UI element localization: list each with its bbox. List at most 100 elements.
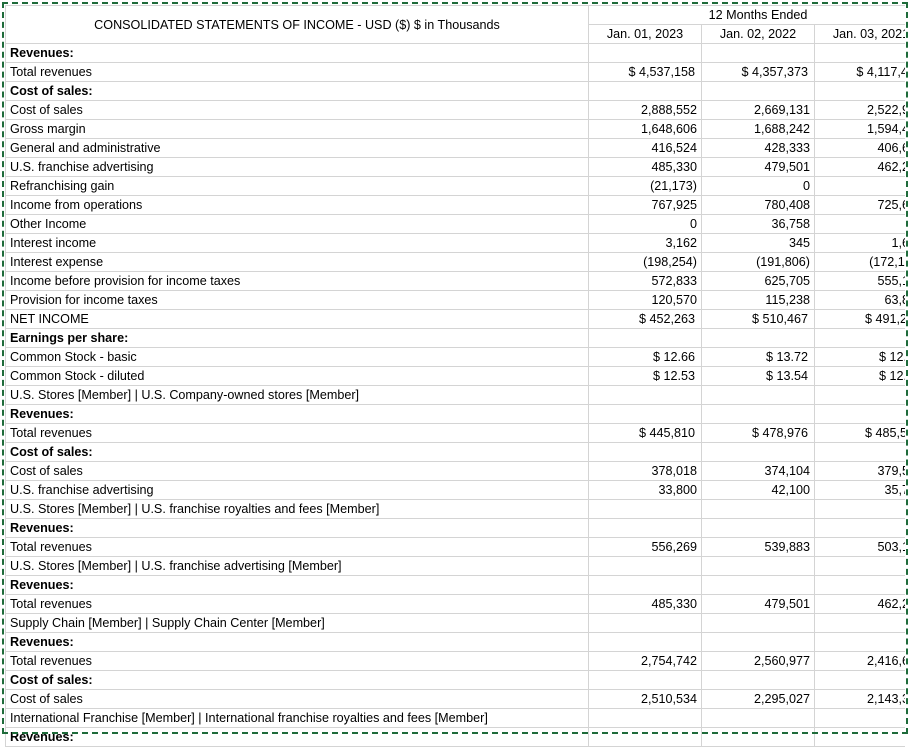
- row-value: 120,570: [589, 291, 702, 310]
- table-row: Revenues:: [6, 576, 906, 595]
- row-value: $ 12.53: [589, 367, 702, 386]
- row-label: Income before provision for income taxes: [6, 272, 589, 291]
- row-value: 2,143,320: [815, 690, 906, 709]
- row-value: $ 445,810: [589, 424, 702, 443]
- table-row: Supply Chain [Member] | Supply Chain Cen…: [6, 614, 906, 633]
- row-value: [589, 500, 702, 519]
- table-row: International Franchise [Member] | Inter…: [6, 709, 906, 728]
- row-label: U.S. Stores [Member] | U.S. franchise ad…: [6, 557, 589, 576]
- row-value: [815, 633, 906, 652]
- row-label: U.S. Stores [Member] | U.S. franchise ro…: [6, 500, 589, 519]
- row-value: [815, 671, 906, 690]
- row-value: 485,330: [589, 595, 702, 614]
- row-value: 767,925: [589, 196, 702, 215]
- row-value: $ 510,467: [702, 310, 815, 329]
- row-value: [815, 500, 906, 519]
- table-row: Interest expense(198,254)(191,806)(172,1…: [6, 253, 906, 272]
- row-value: 2,754,742: [589, 652, 702, 671]
- row-value: 725,642: [815, 196, 906, 215]
- table-row: Revenues:: [6, 44, 906, 63]
- row-value: [589, 329, 702, 348]
- row-label: Cost of sales:: [6, 82, 589, 101]
- table-row: Total revenues2,754,7422,560,9772,416,65…: [6, 652, 906, 671]
- row-value: 2,416,651: [815, 652, 906, 671]
- header-row-top: CONSOLIDATED STATEMENTS OF INCOME - USD …: [6, 6, 906, 25]
- row-label: Common Stock - diluted: [6, 367, 589, 386]
- table-row: Other Income036,7580: [6, 215, 906, 234]
- row-label: Provision for income taxes: [6, 291, 589, 310]
- row-value: 503,196: [815, 538, 906, 557]
- row-value: [815, 614, 906, 633]
- row-value: $ 452,263: [589, 310, 702, 329]
- row-value: [702, 557, 815, 576]
- row-label: Earnings per share:: [6, 329, 589, 348]
- row-value: [702, 405, 815, 424]
- table-row: Cost of sales2,510,5342,295,0272,143,320: [6, 690, 906, 709]
- table-row: Common Stock - basic$ 12.66$ 13.72$ 12.6…: [6, 348, 906, 367]
- table-row: U.S. Stores [Member] | U.S. franchise ad…: [6, 557, 906, 576]
- row-value: [815, 443, 906, 462]
- table-body: Revenues:Total revenues$ 4,537,158$ 4,35…: [6, 44, 906, 747]
- table-row: Refranchising gain(21,173)00: [6, 177, 906, 196]
- table-row: Income from operations767,925780,408725,…: [6, 196, 906, 215]
- table-row: Total revenues$ 4,537,158$ 4,357,373$ 4,…: [6, 63, 906, 82]
- table-row: NET INCOME$ 452,263$ 510,467$ 491,296: [6, 310, 906, 329]
- row-label: International Franchise [Member] | Inter…: [6, 709, 589, 728]
- row-value: [815, 519, 906, 538]
- row-value: $ 4,357,373: [702, 63, 815, 82]
- row-value: 406,613: [815, 139, 906, 158]
- row-value: 33,800: [589, 481, 702, 500]
- row-value: 379,598: [815, 462, 906, 481]
- row-value: [589, 614, 702, 633]
- table-row: Cost of sales378,018374,104379,598: [6, 462, 906, 481]
- row-value: [589, 557, 702, 576]
- table-row: U.S. Stores [Member] | U.S. franchise ro…: [6, 500, 906, 519]
- row-label: General and administrative: [6, 139, 589, 158]
- column-header-date-1: Jan. 01, 2023: [589, 25, 702, 44]
- row-value: 555,130: [815, 272, 906, 291]
- row-value: $ 4,537,158: [589, 63, 702, 82]
- table-row: Total revenues556,269539,883503,196: [6, 538, 906, 557]
- row-label: U.S. franchise advertising: [6, 481, 589, 500]
- row-value: $ 13.72: [702, 348, 815, 367]
- row-value: [589, 405, 702, 424]
- row-value: [702, 709, 815, 728]
- table-row: Income before provision for income taxes…: [6, 272, 906, 291]
- row-value: [589, 709, 702, 728]
- table-header: CONSOLIDATED STATEMENTS OF INCOME - USD …: [6, 6, 906, 44]
- row-label: Revenues:: [6, 728, 589, 747]
- row-value: 115,238: [702, 291, 815, 310]
- row-value: 1,594,493: [815, 120, 906, 139]
- row-value: $ 12.61: [815, 348, 906, 367]
- table-row: U.S. franchise advertising485,330479,501…: [6, 158, 906, 177]
- row-value: [589, 576, 702, 595]
- row-value: 2,295,027: [702, 690, 815, 709]
- spreadsheet-viewport[interactable]: CONSOLIDATED STATEMENTS OF INCOME - USD …: [5, 5, 905, 747]
- row-value: 539,883: [702, 538, 815, 557]
- row-label: Revenues:: [6, 44, 589, 63]
- row-value: 572,833: [589, 272, 702, 291]
- table-row: Revenues:: [6, 519, 906, 538]
- row-label: Supply Chain [Member] | Supply Chain Cen…: [6, 614, 589, 633]
- row-value: 428,333: [702, 139, 815, 158]
- row-value: [815, 709, 906, 728]
- row-value: 462,238: [815, 595, 906, 614]
- row-value: [589, 671, 702, 690]
- row-label: Revenues:: [6, 405, 589, 424]
- row-value: [815, 576, 906, 595]
- table-row: Interest income3,1623451,654: [6, 234, 906, 253]
- row-value: 2,888,552: [589, 101, 702, 120]
- row-value: (21,173): [589, 177, 702, 196]
- row-label: Total revenues: [6, 63, 589, 82]
- table-row: Revenues:: [6, 405, 906, 424]
- period-group-label: 12 Months Ended: [589, 6, 906, 25]
- income-statement-table: CONSOLIDATED STATEMENTS OF INCOME - USD …: [5, 5, 905, 747]
- row-value: 625,705: [702, 272, 815, 291]
- row-value: 35,700: [815, 481, 906, 500]
- row-label: Revenues:: [6, 633, 589, 652]
- row-label: Cost of sales: [6, 690, 589, 709]
- row-value: $ 12.39: [815, 367, 906, 386]
- table-row: Cost of sales:: [6, 671, 906, 690]
- row-value: 42,100: [702, 481, 815, 500]
- row-value: [702, 519, 815, 538]
